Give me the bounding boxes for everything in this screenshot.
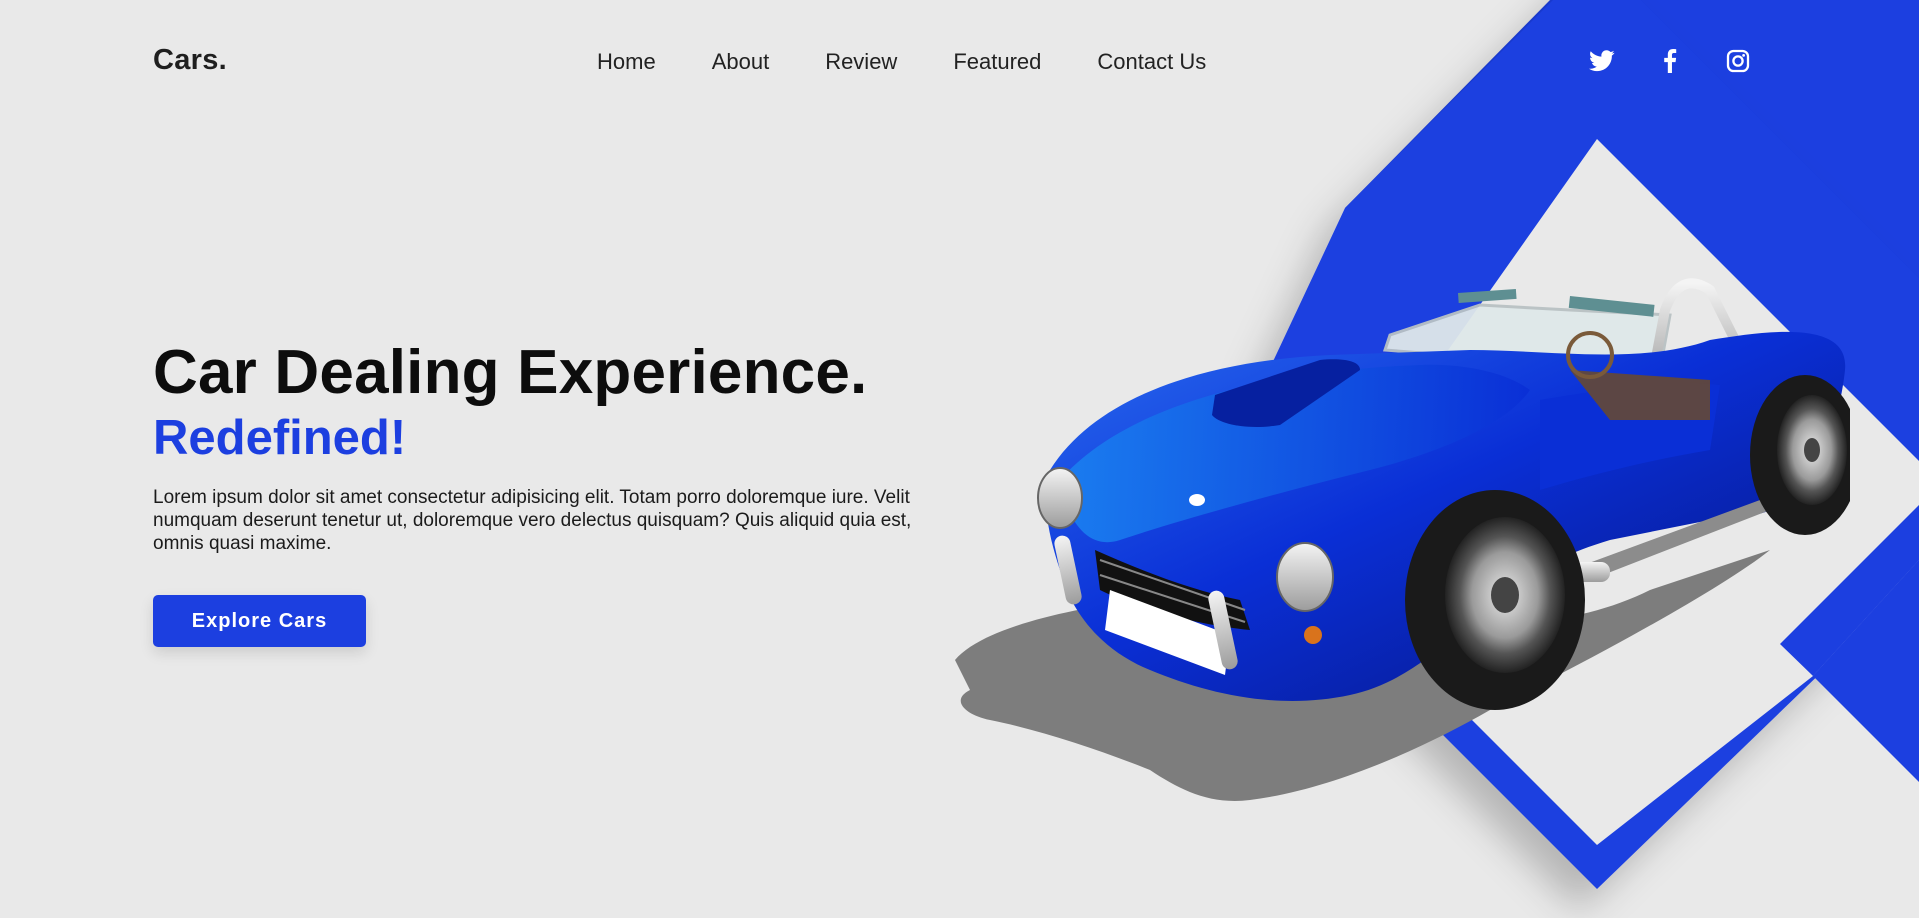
brand-logo[interactable]: Cars. (153, 44, 227, 77)
hero-subtitle: Redefined! (153, 411, 407, 465)
hero-description: Lorem ipsum dolor sit amet consectetur a… (153, 487, 912, 554)
hero-title: Car Dealing Experience. (153, 338, 868, 407)
twitter-icon[interactable] (1588, 47, 1616, 75)
hero-section: Car Dealing Experience. Redefined! Lorem… (153, 338, 953, 647)
left-headlight (1037, 467, 1083, 529)
car-illustration (955, 278, 1850, 801)
facebook-icon[interactable] (1656, 47, 1684, 75)
site-header: Cars. Home About Review Featured Contact… (0, 0, 1919, 124)
explore-cars-button[interactable]: Explore Cars (153, 595, 366, 647)
instagram-icon[interactable] (1724, 47, 1752, 75)
right-headlight (1276, 542, 1334, 612)
nav-link-contact-us[interactable]: Contact Us (1097, 49, 1206, 75)
nav-link-review[interactable]: Review (825, 49, 897, 75)
main-nav: Home About Review Featured Contact Us (597, 49, 1206, 75)
social-links (1588, 47, 1752, 75)
nav-link-home[interactable]: Home (597, 49, 656, 75)
nav-link-featured[interactable]: Featured (953, 49, 1041, 75)
nav-link-about[interactable]: About (712, 49, 770, 75)
